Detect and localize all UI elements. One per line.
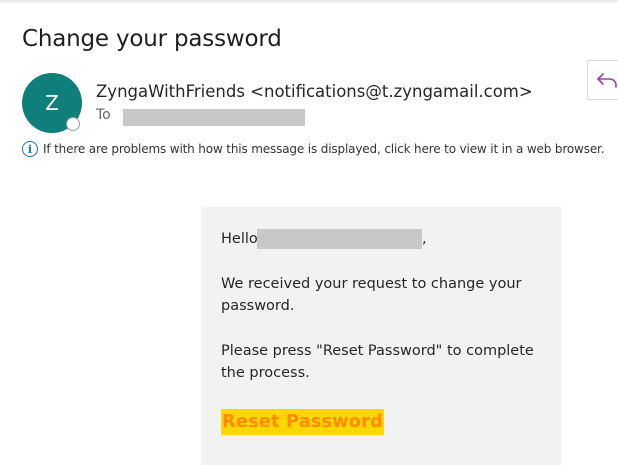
email-body-card: Hello , We received your request to chan… <box>201 207 561 465</box>
display-problem-notice[interactable]: i If there are problems with how this me… <box>22 140 605 158</box>
avatar-initial: Z <box>45 91 59 115</box>
body-paragraph-1: We received your request to change your … <box>221 276 522 314</box>
reply-arrow-icon <box>597 73 617 88</box>
greeting-text: Hello <box>221 231 258 247</box>
to-label: To <box>96 107 111 123</box>
top-bar <box>0 0 618 4</box>
recipient-name-redacted <box>257 229 422 249</box>
presence-status-icon <box>66 117 80 131</box>
recipient-redacted <box>123 109 305 126</box>
info-icon: i <box>22 141 38 157</box>
greeting-suffix: , <box>422 231 427 247</box>
reply-button[interactable] <box>587 60 618 100</box>
reset-password-button[interactable]: Reset Password <box>221 409 384 435</box>
body-paragraph-2: Please press "Reset Password" to complet… <box>221 343 534 381</box>
display-problem-text: If there are problems with how this mess… <box>43 142 605 156</box>
email-subject: Change your password <box>22 26 282 52</box>
sender-name[interactable]: ZyngaWithFriends <notifications@t.zyngam… <box>96 82 533 101</box>
